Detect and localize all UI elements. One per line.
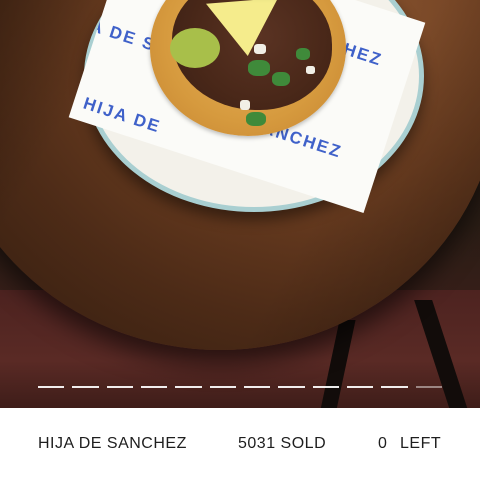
product-name[interactable]: HIJA DE SANCHEZ bbox=[38, 435, 187, 453]
cilantro bbox=[246, 112, 266, 126]
carousel-segment[interactable] bbox=[415, 386, 442, 388]
carousel-segment[interactable] bbox=[312, 386, 339, 388]
carousel-segment[interactable] bbox=[243, 386, 271, 388]
carousel-segment[interactable] bbox=[72, 386, 99, 388]
carousel-segment[interactable] bbox=[175, 386, 202, 388]
onion bbox=[254, 44, 266, 54]
carousel-progress bbox=[38, 386, 442, 388]
guacamole bbox=[170, 28, 220, 68]
sold-stat: 5031 SOLD bbox=[238, 435, 326, 453]
cilantro bbox=[296, 48, 310, 60]
onion bbox=[306, 66, 315, 74]
cilantro bbox=[272, 72, 290, 86]
carousel-segment[interactable] bbox=[106, 386, 133, 388]
carousel-segment[interactable] bbox=[38, 386, 65, 388]
product-photo: HIJA DE SANCHEZ DE SANCHEZ HIJA DE SANCH… bbox=[0, 0, 480, 408]
carousel-segment[interactable] bbox=[140, 386, 168, 388]
left-count: 0 bbox=[378, 435, 388, 452]
carousel-segment[interactable] bbox=[381, 386, 408, 388]
cilantro bbox=[248, 60, 270, 76]
carousel-segment[interactable] bbox=[209, 386, 236, 388]
carousel-segment[interactable] bbox=[278, 386, 305, 388]
left-label: LEFT bbox=[400, 435, 442, 452]
carousel-segment[interactable] bbox=[346, 386, 374, 388]
sold-label: SOLD bbox=[280, 435, 327, 452]
product-info-bar: HIJA DE SANCHEZ 5031 SOLD 0 LEFT bbox=[0, 408, 480, 480]
sold-count: 5031 bbox=[238, 435, 276, 452]
onion bbox=[240, 100, 250, 110]
